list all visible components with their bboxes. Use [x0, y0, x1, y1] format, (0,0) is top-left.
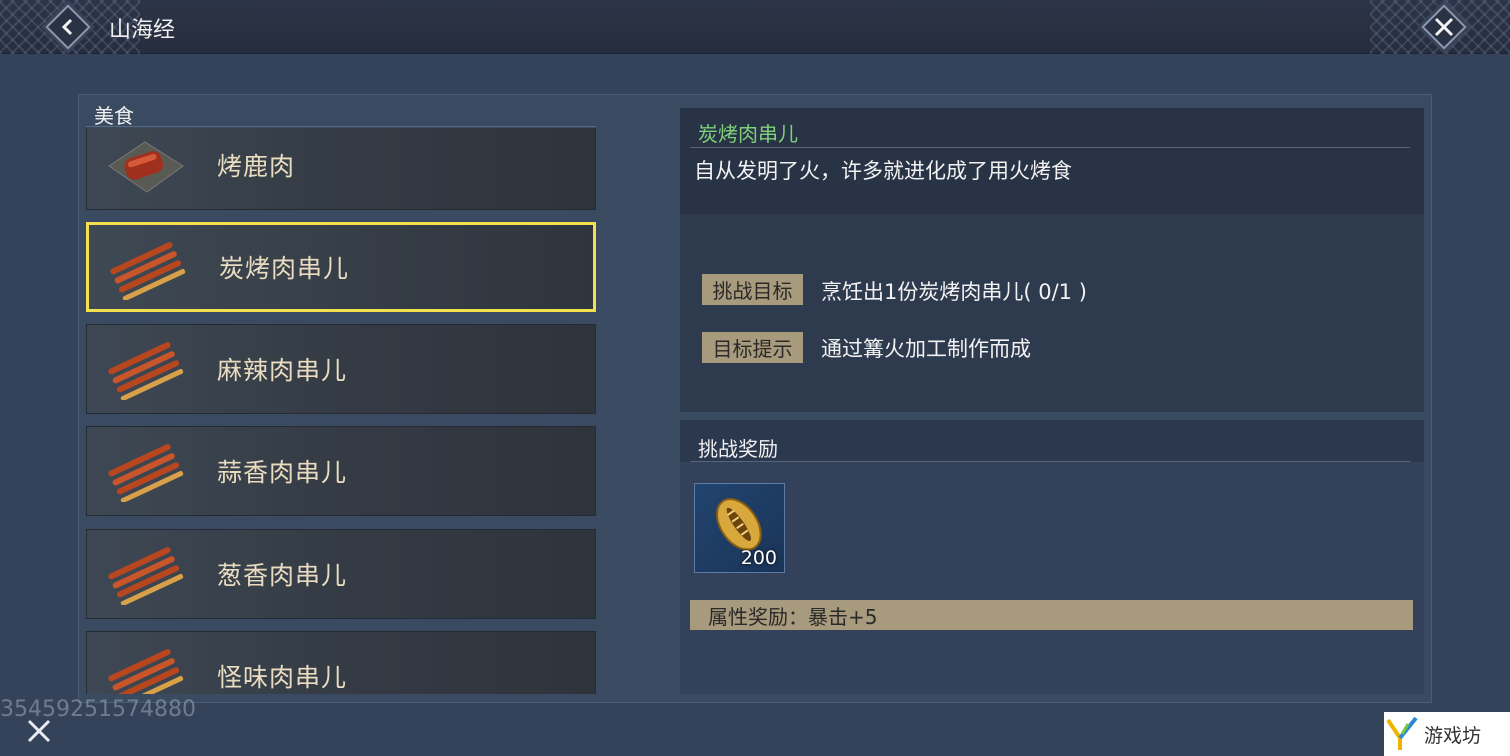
back-chevron-icon [46, 5, 90, 49]
food-list[interactable]: 烤鹿肉 炭烤肉串儿 麻辣肉串儿 蒜香肉串儿 葱香肉串儿 怪味肉串儿 [84, 128, 598, 694]
list-item-charcoal-skewers[interactable]: 炭烤肉串儿 [86, 222, 596, 312]
hint-tag: 目标提示 [702, 332, 803, 363]
detail-divider [690, 147, 1410, 148]
reward-header [680, 420, 1424, 462]
detail-description: 自从发明了火，许多就进化成了用火烤食 [694, 159, 1072, 183]
page-title: 山海经 [109, 18, 176, 43]
meat-skewers-icon [110, 242, 186, 300]
list-item-scallion-skewers[interactable]: 葱香肉串儿 [86, 529, 596, 619]
roast-venison-icon [108, 141, 184, 193]
meat-skewers-icon [108, 444, 184, 502]
meat-skewers-icon [108, 342, 184, 400]
list-item-odd-flavor-skewers[interactable]: 怪味肉串儿 [86, 631, 596, 694]
hint-text: 通过篝火加工制作而成 [821, 337, 1031, 361]
top-bar [0, 0, 1510, 54]
reward-item-count: 200 [740, 547, 777, 569]
watermark-y-icon [1386, 716, 1418, 750]
watermark-logo: 游戏坊 [1384, 712, 1510, 756]
list-item-label: 蒜香肉串儿 [217, 458, 348, 487]
list-item-garlic-skewers[interactable]: 蒜香肉串儿 [86, 426, 596, 516]
meat-skewers-icon [108, 649, 184, 694]
category-label: 美食 [94, 104, 134, 128]
small-close-icon[interactable] [24, 716, 54, 746]
detail-title: 炭烤肉串儿 [698, 122, 798, 146]
reward-item-slot[interactable]: 200 [694, 483, 785, 573]
goal-tag: 挑战目标 [702, 274, 803, 305]
reward-divider [690, 461, 1410, 462]
meat-skewers-icon [108, 547, 184, 605]
list-item-spicy-skewers[interactable]: 麻辣肉串儿 [86, 324, 596, 414]
list-item-label: 怪味肉串儿 [217, 663, 348, 692]
list-item-label: 烤鹿肉 [217, 152, 296, 181]
close-x-icon [1422, 5, 1466, 49]
goal-text: 烹饪出1份炭烤肉串儿( 0/1 ) [821, 280, 1087, 304]
list-item-label: 麻辣肉串儿 [217, 356, 348, 385]
back-button[interactable] [45, 4, 91, 50]
reward-title: 挑战奖励 [698, 437, 778, 461]
attribute-reward-bar: 属性奖励：暴击+5 [690, 600, 1413, 630]
list-item-label: 葱香肉串儿 [217, 561, 348, 590]
list-item-label: 炭烤肉串儿 [219, 254, 350, 283]
close-button[interactable] [1421, 4, 1467, 50]
list-item-roast-venison[interactable]: 烤鹿肉 [86, 128, 596, 210]
watermark-text: 游戏坊 [1424, 724, 1482, 747]
category-divider [86, 126, 596, 127]
